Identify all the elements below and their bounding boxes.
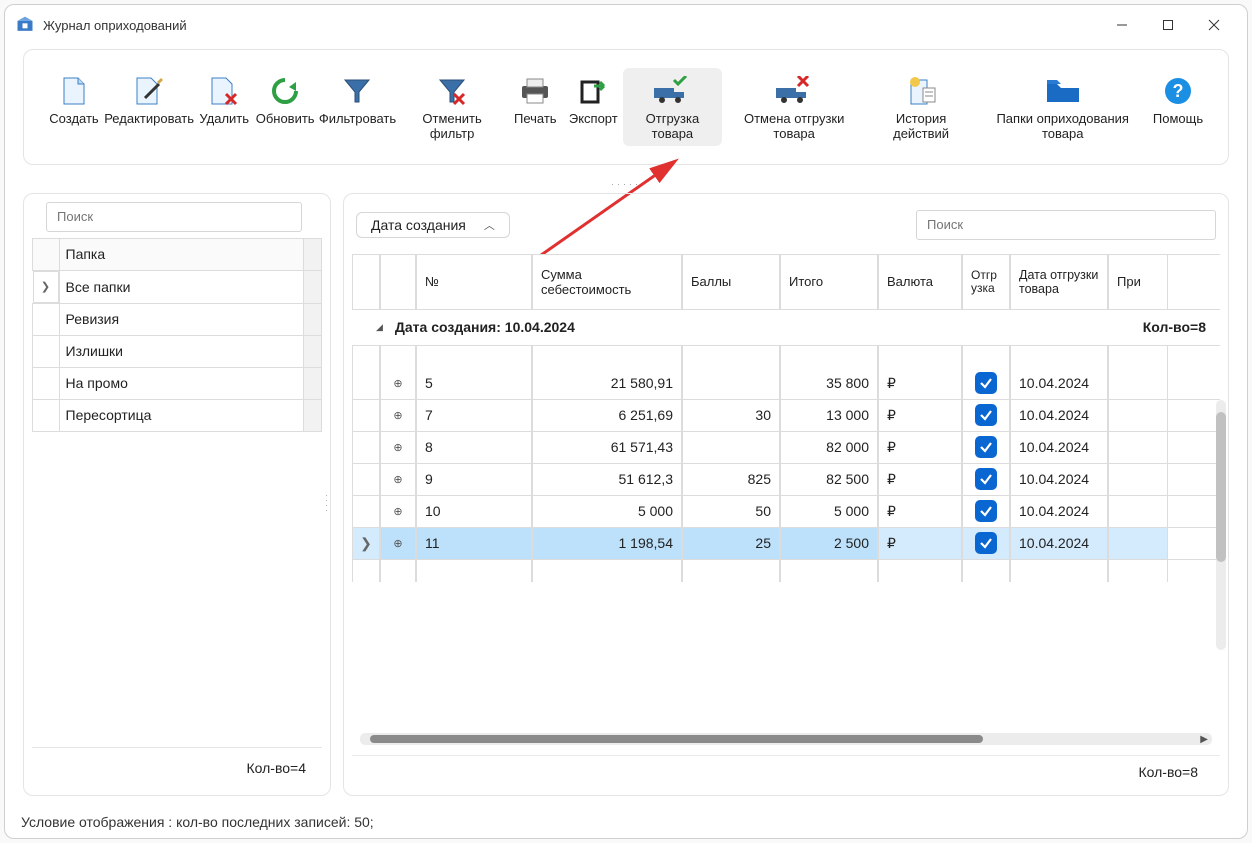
folder-icon: [1045, 74, 1081, 108]
app-window: Журнал оприходований Создать Редактирова…: [4, 4, 1248, 839]
table-row[interactable]: ⊕951 612,382582 500₽10.04.2024: [352, 464, 1220, 496]
content-area: Создать Редактировать Удалить Обновить Ф…: [5, 45, 1247, 808]
page-add-icon: [58, 74, 90, 108]
export-button[interactable]: Экспорт: [565, 68, 621, 146]
col-points[interactable]: Баллы: [682, 255, 780, 309]
status-bar: Условие отображения : кол-во последних з…: [5, 808, 1247, 838]
printer-icon: [518, 74, 552, 108]
history-icon: [905, 74, 937, 108]
cancel-ship-label: Отмена отгрузки товара: [728, 112, 861, 142]
close-button[interactable]: [1191, 9, 1237, 41]
vertical-splitter[interactable]: ····: [322, 494, 332, 514]
folders-table: Папка ❯Все папки Ревизия Излишки На пром…: [32, 238, 322, 432]
folder-row[interactable]: ❯Все папки: [33, 270, 322, 303]
help-icon: ?: [1163, 74, 1193, 108]
window-controls: [1099, 9, 1237, 41]
col-total[interactable]: Итого: [780, 255, 878, 309]
ship-checkbox[interactable]: [975, 436, 997, 458]
records-footer: Кол-во=8: [352, 755, 1220, 787]
spacer-row: [352, 346, 1220, 368]
col-number[interactable]: №: [416, 255, 532, 309]
table-row[interactable]: ❯⊕111 198,54252 500₽10.04.2024: [352, 528, 1220, 560]
filter-button[interactable]: Фильтровать: [318, 68, 397, 146]
vertical-scrollbar[interactable]: [1216, 400, 1226, 650]
truck-cancel-icon: [774, 74, 814, 108]
page-delete-icon: [208, 74, 240, 108]
cancel-filter-button[interactable]: Отменить фильтр: [399, 68, 505, 146]
truck-check-icon: [652, 74, 692, 108]
records-search-input[interactable]: [916, 210, 1216, 240]
spacer-row: [352, 560, 1220, 582]
horizontal-scrollbar[interactable]: ▶: [360, 733, 1212, 745]
table-row[interactable]: ⊕76 251,693013 000₽10.04.2024: [352, 400, 1220, 432]
page-edit-icon: [133, 74, 165, 108]
refresh-icon: [269, 74, 301, 108]
folder-row[interactable]: Ревизия: [33, 303, 322, 335]
folders-search-input[interactable]: [46, 202, 302, 232]
create-button[interactable]: Создать: [46, 68, 102, 146]
history-label: История действий: [871, 112, 972, 142]
table-row[interactable]: ⊕105 000505 000₽10.04.2024: [352, 496, 1220, 528]
delete-button[interactable]: Удалить: [196, 68, 252, 146]
col-ship[interactable]: Отгр узка: [962, 255, 1010, 309]
col-ship-date[interactable]: Дата отгрузки товара: [1010, 255, 1108, 309]
expand-icon[interactable]: ⊕: [380, 464, 416, 495]
body-row: Папка ❯Все папки Ревизия Излишки На пром…: [23, 193, 1229, 796]
folder-row[interactable]: Пересортица: [33, 399, 322, 431]
table-row[interactable]: ⊕861 571,4382 000₽10.04.2024: [352, 432, 1220, 464]
svg-text:?: ?: [1173, 81, 1184, 101]
expand-icon[interactable]: ⊕: [380, 368, 416, 399]
app-icon: [15, 15, 35, 35]
folder-row[interactable]: Излишки: [33, 335, 322, 367]
data-grid: № Сумма себестоимость Баллы Итого Валюта…: [352, 254, 1220, 725]
col-currency[interactable]: Валюта: [878, 255, 962, 309]
records-panel: Дата создания︿ № Сумма себестоимость Бал…: [343, 193, 1229, 796]
grid-header: № Сумма себестоимость Баллы Итого Валюта…: [352, 255, 1220, 310]
help-button[interactable]: ? Помощь: [1150, 68, 1206, 146]
ship-goods-label: Отгрузка товара: [627, 112, 717, 142]
col-cost[interactable]: Сумма себестоимость: [532, 255, 682, 309]
print-button[interactable]: Печать: [507, 68, 563, 146]
folders-footer: Кол-во=4: [32, 747, 322, 787]
funnel-cancel-icon: [436, 74, 468, 108]
cancel-ship-button[interactable]: Отмена отгрузки товара: [724, 68, 865, 146]
ship-checkbox[interactable]: [975, 404, 997, 426]
chevron-up-icon: ︿: [484, 217, 495, 233]
folders-panel: Папка ❯Все папки Ревизия Излишки На пром…: [23, 193, 331, 796]
horizontal-splitter[interactable]: ·····: [23, 179, 1229, 189]
ship-checkbox[interactable]: [975, 468, 997, 490]
minimize-button[interactable]: [1099, 9, 1145, 41]
expand-icon[interactable]: ⊕: [380, 400, 416, 431]
col-note[interactable]: При: [1108, 255, 1168, 309]
ship-checkbox[interactable]: [975, 500, 997, 522]
funnel-icon: [341, 74, 373, 108]
ship-checkbox[interactable]: [975, 372, 997, 394]
expand-icon[interactable]: ⊕: [380, 432, 416, 463]
grouping-chip[interactable]: Дата создания︿: [356, 212, 510, 238]
ship-checkbox[interactable]: [975, 532, 997, 554]
cancel-filter-label: Отменить фильтр: [403, 112, 501, 142]
group-header[interactable]: ◢ Дата создания: 10.04.2024 Кол-во=8: [352, 310, 1220, 346]
collapse-icon: ◢: [376, 322, 383, 333]
folder-row[interactable]: На промо: [33, 367, 322, 399]
refresh-button[interactable]: Обновить: [254, 68, 316, 146]
export-icon: [578, 74, 608, 108]
window-title: Журнал оприходований: [43, 18, 1099, 33]
history-button[interactable]: История действий: [867, 68, 976, 146]
edit-button[interactable]: Редактировать: [104, 68, 194, 146]
table-row[interactable]: ⊕521 580,9135 800₽10.04.2024: [352, 368, 1220, 400]
folder-header[interactable]: Папка: [59, 238, 304, 270]
ship-goods-button[interactable]: Отгрузка товара: [623, 68, 721, 146]
expand-icon[interactable]: ⊕: [380, 528, 416, 559]
toolbar: Создать Редактировать Удалить Обновить Ф…: [23, 49, 1229, 165]
folders-button[interactable]: Папки оприходования товара: [977, 68, 1148, 146]
maximize-button[interactable]: [1145, 9, 1191, 41]
titlebar: Журнал оприходований: [5, 5, 1247, 45]
expand-icon[interactable]: ⊕: [380, 496, 416, 527]
folders-label: Папки оприходования товара: [981, 112, 1144, 142]
